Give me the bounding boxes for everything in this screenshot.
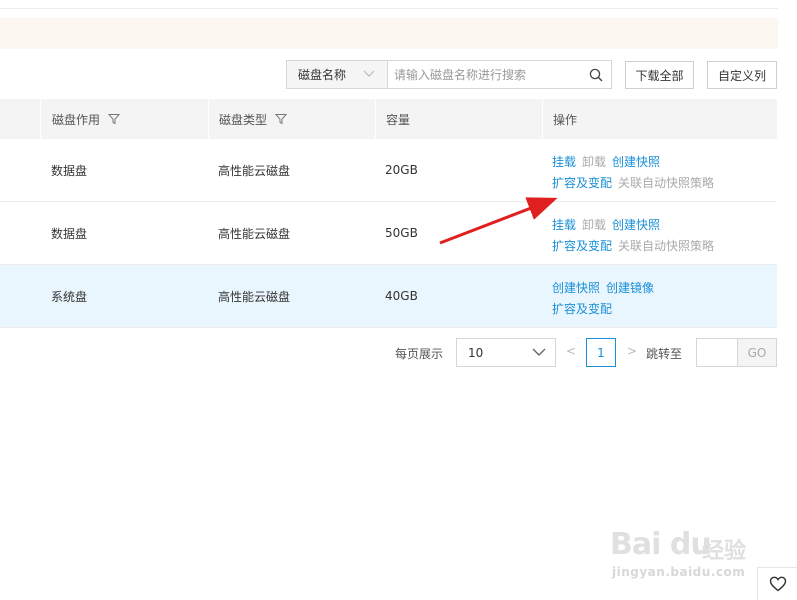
mount-link[interactable]: 挂载	[552, 152, 576, 173]
page-size-value: 10	[468, 345, 484, 360]
cell-usage: 数据盘	[51, 226, 88, 241]
unmount-link: 卸载	[582, 218, 607, 232]
notice-bar	[0, 18, 778, 49]
create-image-link[interactable]: 创建镜像	[606, 278, 654, 299]
top-divider	[0, 8, 778, 9]
unmount-link: 卸载	[582, 155, 607, 169]
cell-capacity: 40GB	[385, 289, 418, 303]
prev-page-button[interactable]: <	[566, 344, 576, 358]
search-field-select-label: 磁盘名称	[298, 68, 347, 82]
create-snapshot-link[interactable]: 创建快照	[612, 215, 660, 236]
header-capacity: 容量	[375, 99, 410, 139]
header-actions-label: 操作	[553, 112, 578, 127]
cell-capacity: 50GB	[385, 226, 418, 240]
cell-type: 高性能云磁盘	[218, 289, 291, 304]
table-row: 数据盘 高性能云磁盘 50GB 挂载 卸载 创建快照 扩容及变配 关联自动快照策…	[0, 202, 777, 265]
watermark-brand: Bai du	[610, 527, 712, 562]
search-field-select[interactable]: 磁盘名称	[287, 61, 388, 88]
table-row: 系统盘 高性能云磁盘 40GB 创建快照 创建镜像 扩容及变配	[0, 265, 777, 328]
cell-capacity: 20GB	[385, 163, 418, 177]
search-input[interactable]	[388, 61, 581, 88]
auto-snapshot-policy-link: 关联自动快照策略	[618, 176, 715, 190]
filter-icon[interactable]	[108, 113, 121, 125]
header-capacity-label: 容量	[386, 112, 411, 127]
watermark-brand-cn: 经验	[702, 539, 747, 564]
custom-columns-button[interactable]: 自定义列	[707, 61, 777, 89]
create-snapshot-link[interactable]: 创建快照	[612, 152, 660, 173]
jump-page-input[interactable]	[696, 338, 738, 367]
auto-snapshot-policy-link: 关联自动快照策略	[618, 239, 715, 253]
next-page-button[interactable]: >	[627, 344, 637, 358]
heart-icon	[769, 576, 786, 592]
download-all-button[interactable]: 下载全部	[625, 61, 694, 89]
favorite-button[interactable]	[757, 567, 797, 600]
header-usage-label: 磁盘作用	[52, 112, 101, 127]
page-size-select[interactable]: 10	[456, 338, 556, 367]
header-type-label: 磁盘类型	[219, 112, 268, 127]
row-actions: 挂载 卸载 创建快照 扩容及变配 关联自动快照策略	[552, 215, 714, 257]
cell-usage: 系统盘	[51, 289, 88, 304]
table-header: 磁盘作用 磁盘类型 容量 操作	[0, 99, 777, 139]
create-snapshot-link[interactable]: 创建快照	[552, 278, 600, 299]
chevron-down-icon	[363, 70, 375, 77]
toolbar: 磁盘名称 下载全部 自定义列	[0, 60, 797, 90]
header-usage: 磁盘作用	[41, 99, 121, 139]
resize-link[interactable]: 扩容及变配	[552, 173, 612, 194]
mount-link[interactable]: 挂载	[552, 215, 576, 236]
chevron-down-icon	[532, 348, 546, 356]
header-type: 磁盘类型	[208, 99, 288, 139]
search-group: 磁盘名称	[286, 60, 612, 89]
jump-to-label: 跳转至	[646, 347, 683, 361]
row-actions: 创建快照 创建镜像 扩容及变配	[552, 278, 654, 320]
watermark-url: jingyan.baidu.com	[612, 565, 746, 579]
go-button[interactable]: GO	[737, 338, 777, 367]
baidu-watermark: Bai du 经验 jingyan.baidu.com	[610, 515, 760, 585]
resize-link[interactable]: 扩容及变配	[552, 299, 612, 320]
table-row: 数据盘 高性能云磁盘 20GB 挂载 卸载 创建快照 扩容及变配 关联自动快照策…	[0, 139, 777, 202]
row-actions: 挂载 卸载 创建快照 扩容及变配 关联自动快照策略	[552, 152, 714, 194]
disk-table: 磁盘作用 磁盘类型 容量 操作 数据盘 高性能云磁盘 20GB 挂载 卸载 创建…	[0, 99, 777, 328]
header-actions: 操作	[542, 99, 577, 139]
pagination: 每页展示 10 < 1 > 跳转至 GO	[0, 338, 797, 368]
cell-type: 高性能云磁盘	[218, 163, 291, 178]
resize-link[interactable]: 扩容及变配	[552, 236, 612, 257]
filter-icon[interactable]	[275, 113, 288, 125]
cell-type: 高性能云磁盘	[218, 226, 291, 241]
cell-usage: 数据盘	[51, 163, 88, 178]
page-number-button[interactable]: 1	[586, 338, 616, 367]
search-icon[interactable]	[581, 61, 611, 88]
page-size-label: 每页展示	[395, 347, 444, 361]
